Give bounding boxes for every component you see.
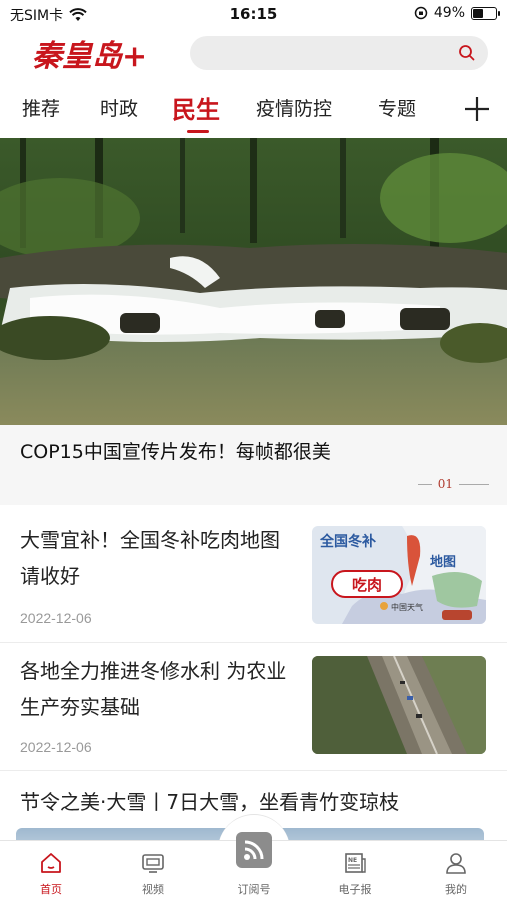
tab-politics[interactable]: 时政 bbox=[100, 94, 138, 121]
home-icon bbox=[41, 853, 61, 873]
nav-epaper-label: 电子报 bbox=[338, 883, 372, 896]
tabs-fade bbox=[435, 86, 459, 134]
indicator-line-left bbox=[417, 483, 432, 485]
hero-caption[interactable]: COP15中国宣传片发布！每帧都很美 01 bbox=[0, 425, 507, 505]
battery-level bbox=[473, 8, 483, 18]
hero-title[interactable]: COP15中国宣传片发布！每帧都很美 bbox=[20, 437, 331, 464]
indicator-line-right bbox=[459, 483, 489, 485]
waterfall-photo bbox=[0, 138, 507, 425]
news-date: 2022-12-06 bbox=[20, 739, 92, 755]
logo-text: 秦皇岛+ bbox=[32, 39, 147, 74]
thumb-source: 中国天气 bbox=[391, 602, 423, 612]
nav-video-label: 视频 bbox=[142, 883, 164, 896]
rss-icon[interactable] bbox=[236, 832, 272, 868]
hero-image[interactable] bbox=[0, 138, 507, 425]
divider bbox=[0, 770, 507, 771]
tab-recommend[interactable]: 推荐 bbox=[22, 94, 60, 121]
search-icon[interactable] bbox=[458, 44, 476, 62]
battery-percent: 49% bbox=[433, 5, 465, 21]
add-channel-icon[interactable] bbox=[462, 94, 492, 124]
nav-home[interactable]: 首页 bbox=[11, 841, 91, 900]
news-title[interactable]: 大雪宜补！全国冬补吃肉地图请收好 bbox=[20, 522, 295, 594]
tab-livelihood[interactable]: 民生 bbox=[172, 90, 220, 125]
app-logo: 秦皇岛+ bbox=[32, 39, 147, 74]
hero-page-indicator: 01 bbox=[417, 477, 489, 491]
list-item[interactable]: 各地全力推进冬修水利 为农业生产夯实基础 2022-12-06 bbox=[0, 643, 507, 770]
rss-glyph bbox=[244, 840, 264, 860]
news-title[interactable]: 各地全力推进冬修水利 为农业生产夯实基础 bbox=[20, 653, 295, 725]
news-title-wide[interactable]: 节令之美·大雪丨7日大雪，坐看青竹变琼枝 bbox=[20, 786, 399, 815]
nav-subscribe-label: 订阅号 bbox=[237, 883, 271, 896]
app-header: 秦皇岛+ bbox=[0, 28, 507, 80]
winter-food-map-image: 吃肉 全国冬补 地图 中国天气 bbox=[312, 526, 486, 624]
nav-profile-label: 我的 bbox=[445, 883, 467, 896]
thumb-heading-right: 地图 bbox=[430, 554, 456, 570]
active-tab-indicator bbox=[187, 130, 209, 133]
battery-icon bbox=[471, 6, 500, 20]
news-date: 2022-12-06 bbox=[20, 610, 92, 626]
aerial-farmland-image bbox=[312, 656, 486, 754]
status-right: 49% bbox=[414, 5, 500, 21]
list-item[interactable]: 大雪宜补！全国冬补吃肉地图请收好 2022-12-06 吃肉 全国冬补 地图 中… bbox=[0, 512, 507, 642]
orientation-lock-icon bbox=[414, 6, 428, 20]
nav-epaper[interactable]: NE 电子报 bbox=[315, 841, 395, 900]
tab-epidemic-prevention[interactable]: 疫情防控 bbox=[256, 94, 332, 121]
hero-page-number: 01 bbox=[437, 477, 453, 491]
status-bar: 无SIM卡 16:15 49% bbox=[0, 0, 507, 28]
search-input[interactable] bbox=[190, 36, 488, 70]
news-thumbnail[interactable] bbox=[312, 656, 486, 754]
video-icon bbox=[142, 854, 164, 873]
news-thumbnail[interactable]: 吃肉 全国冬补 地图 中国天气 bbox=[312, 526, 486, 624]
tab-special-topics[interactable]: 专题 bbox=[378, 94, 416, 121]
svg-text:NE: NE bbox=[348, 857, 357, 864]
thumb-center-word: 吃肉 bbox=[352, 576, 382, 594]
user-icon bbox=[446, 853, 466, 874]
newspaper-icon: NE bbox=[345, 853, 366, 873]
nav-video[interactable]: 视频 bbox=[113, 841, 193, 900]
channel-tabs: 推荐 时政 民生 疫情防控 专题 bbox=[0, 86, 507, 136]
nav-home-label: 首页 bbox=[40, 883, 62, 896]
nav-profile[interactable]: 我的 bbox=[416, 841, 496, 900]
thumb-heading-left: 全国冬补 bbox=[319, 533, 376, 550]
